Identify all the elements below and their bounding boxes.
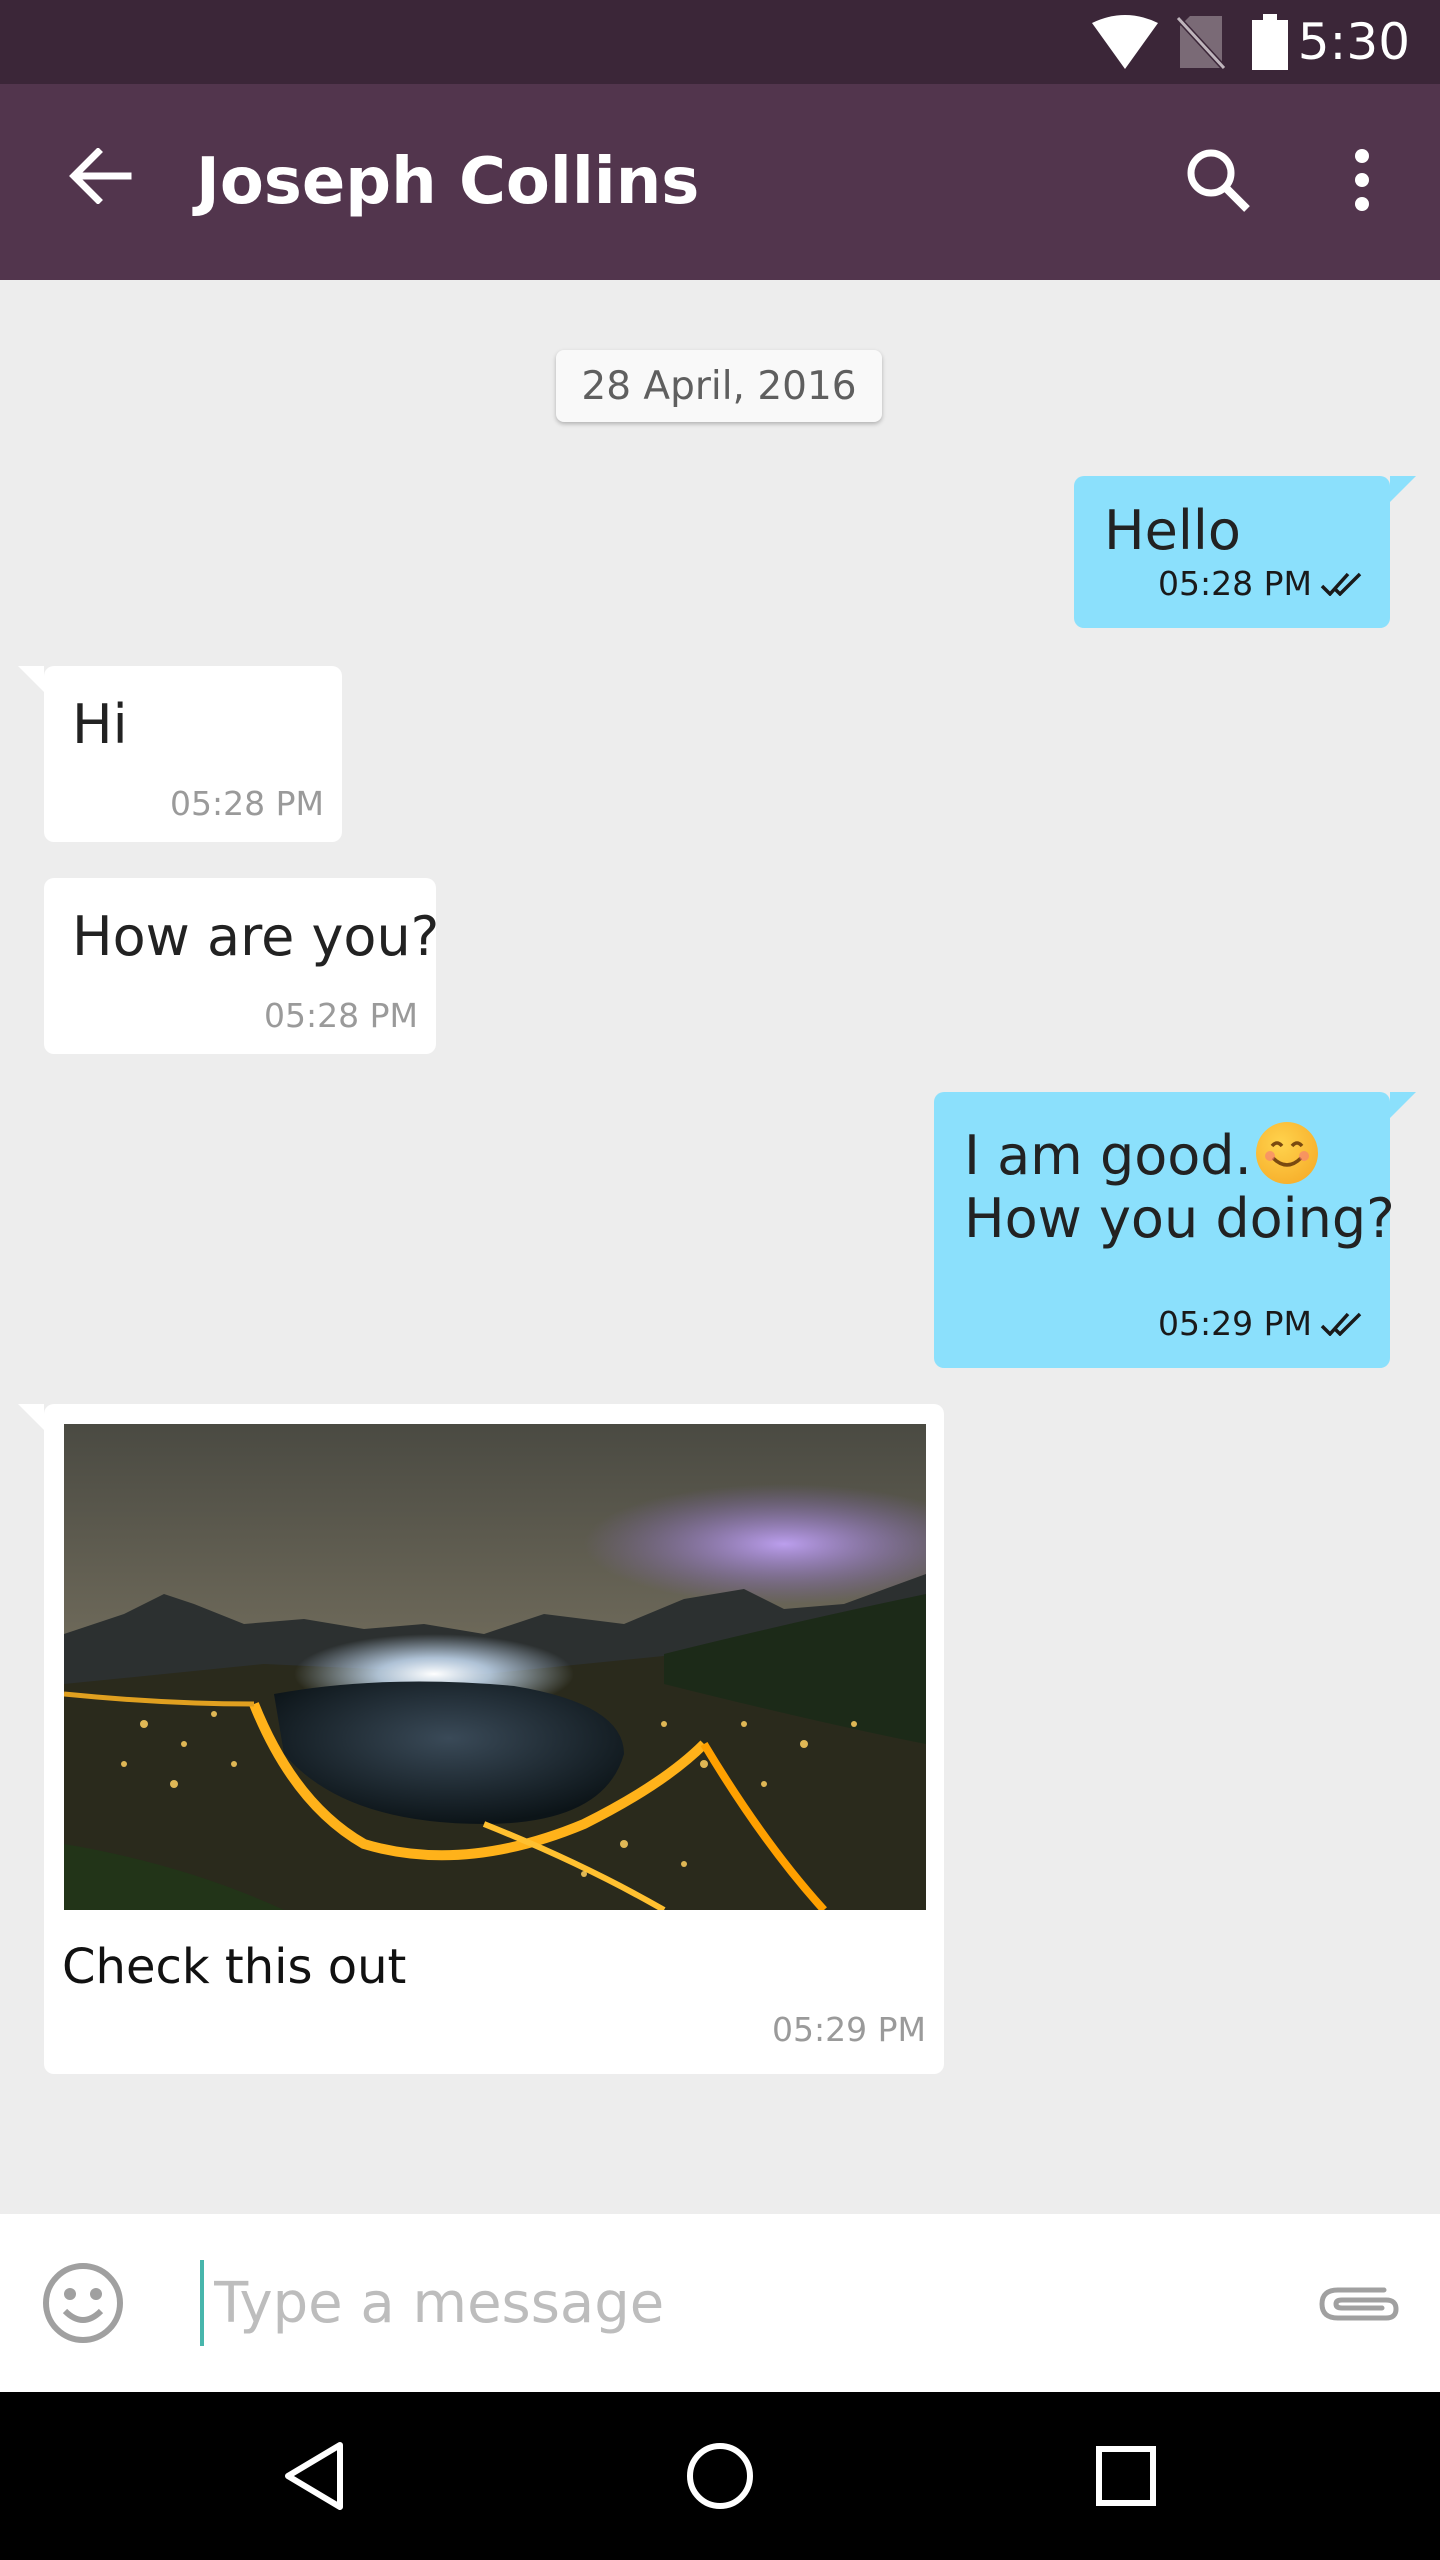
message-time: 05:28 PM bbox=[1158, 564, 1312, 603]
back-button[interactable] bbox=[48, 124, 152, 228]
message-text: Hello bbox=[1104, 499, 1241, 562]
night-city-lake-photo[interactable] bbox=[64, 1424, 926, 1910]
image-caption: Check this out bbox=[62, 1939, 407, 1995]
message-text: I am good. bbox=[964, 1124, 1252, 1187]
chat-screen: 5:30 Joseph Collins 28 April, 2016 Hello… bbox=[0, 0, 1440, 2560]
battery-icon bbox=[1252, 0, 1288, 84]
message-text-line-2: How you doing? bbox=[964, 1187, 1395, 1250]
outgoing-message[interactable]: Hello 05:28 PM bbox=[1074, 476, 1416, 628]
bubble-tail bbox=[1390, 476, 1416, 502]
more-vert-icon bbox=[1355, 149, 1369, 211]
incoming-message[interactable]: How are you? 05:28 PM bbox=[44, 878, 440, 1054]
double-check-icon bbox=[1320, 1312, 1362, 1336]
search-icon bbox=[1187, 149, 1250, 212]
emoji-icon bbox=[43, 2263, 123, 2343]
nav-home-icon bbox=[687, 2443, 753, 2509]
nav-recents-button[interactable] bbox=[1062, 2412, 1190, 2540]
nav-home-button[interactable] bbox=[656, 2412, 784, 2540]
nav-recents-icon bbox=[1096, 2446, 1156, 2506]
message-time: 05:29 PM bbox=[1158, 1304, 1312, 1343]
bubble-tail bbox=[18, 666, 44, 692]
smiling-face-emoji bbox=[1255, 1122, 1318, 1184]
app-bar: Joseph Collins bbox=[0, 84, 1440, 280]
message-time: 05:28 PM bbox=[264, 996, 418, 1035]
incoming-message[interactable]: Hi 05:28 PM bbox=[18, 666, 342, 842]
status-bar: 5:30 bbox=[0, 0, 1440, 84]
message-text-line-1: I am good. bbox=[964, 1122, 1318, 1189]
back-arrow-icon bbox=[69, 148, 132, 204]
no-sim-icon bbox=[1176, 0, 1226, 84]
message-composer bbox=[0, 2214, 1440, 2392]
bubble-tail bbox=[1390, 1092, 1416, 1118]
nav-back-button[interactable] bbox=[250, 2412, 378, 2540]
search-button[interactable] bbox=[1166, 128, 1270, 232]
system-navigation-bar bbox=[0, 2392, 1440, 2560]
more-options-button[interactable] bbox=[1310, 128, 1414, 232]
wifi-icon bbox=[1092, 0, 1158, 84]
attach-icon bbox=[1319, 2287, 1399, 2321]
message-text: How are you? bbox=[72, 905, 440, 968]
emoji-button[interactable] bbox=[38, 2258, 128, 2348]
incoming-image-message[interactable]: Check this out 05:29 PM bbox=[18, 1404, 944, 2074]
bubble-tail bbox=[18, 1404, 44, 1430]
message-time: 05:28 PM bbox=[170, 784, 324, 823]
conversation-title: Joseph Collins bbox=[196, 145, 700, 219]
attach-button[interactable] bbox=[1308, 2258, 1408, 2348]
status-time: 5:30 bbox=[1297, 13, 1410, 71]
message-input[interactable] bbox=[200, 2260, 1260, 2346]
nav-back-icon bbox=[285, 2442, 343, 2510]
outgoing-message[interactable]: I am good. How you doing? 05:29 PM bbox=[934, 1092, 1416, 1368]
message-list[interactable]: 28 April, 2016 Hello 05:28 PM Hi 05:28 P… bbox=[0, 280, 1440, 2214]
date-separator: 28 April, 2016 bbox=[556, 350, 882, 422]
message-text: Hi bbox=[72, 693, 128, 756]
double-check-icon bbox=[1320, 572, 1362, 596]
message-time: 05:29 PM bbox=[772, 2010, 926, 2049]
